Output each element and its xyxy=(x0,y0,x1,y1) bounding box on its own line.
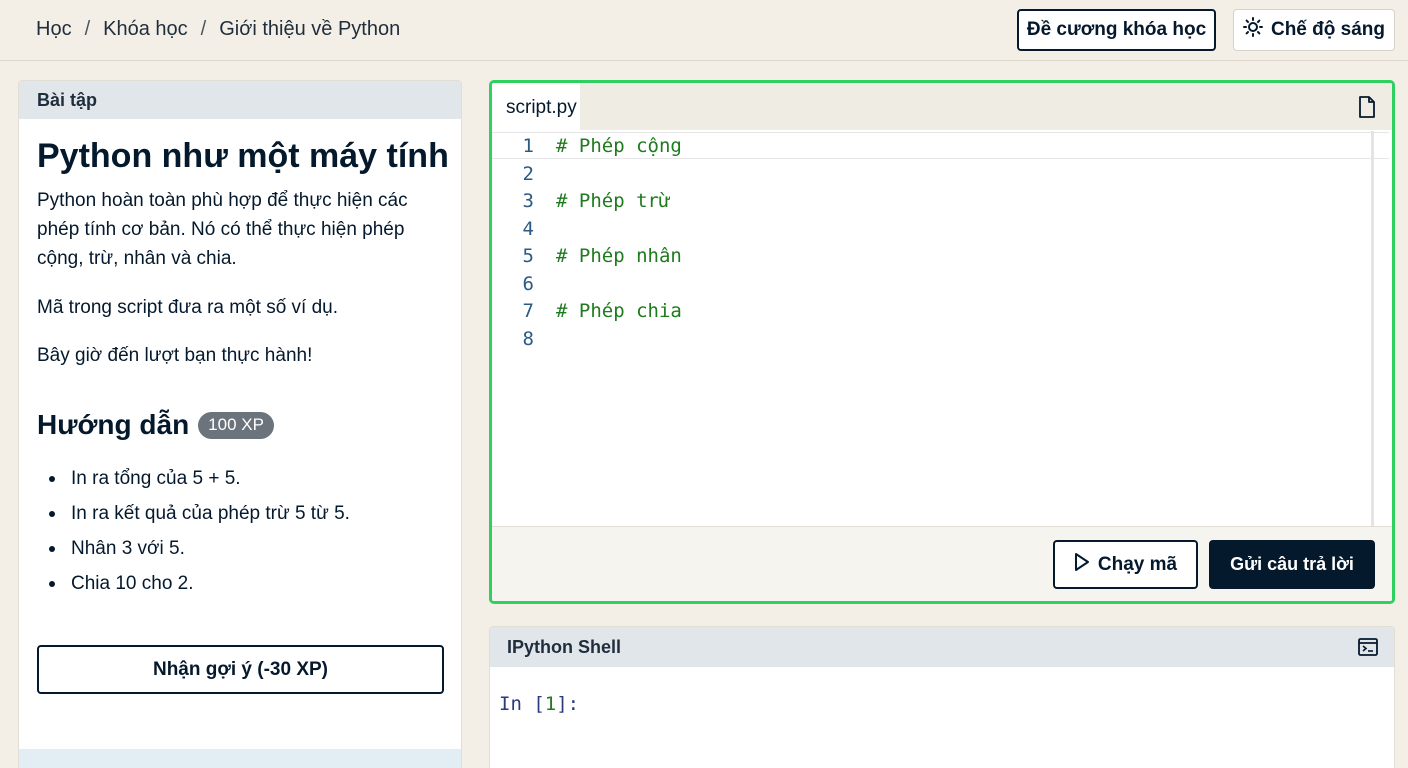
tab-label: script.py xyxy=(506,96,577,118)
line-number: 4 xyxy=(522,217,534,240)
editor-tab-bar: script.py xyxy=(492,83,1392,132)
ipython-shell: IPython Shell In [1]: xyxy=(489,626,1395,768)
breadcrumb-separator: / xyxy=(200,18,207,40)
code-text: # Phép chia xyxy=(556,299,682,322)
code-line[interactable]: 5 # Phép nhân xyxy=(492,242,1392,269)
instruction-item: In ra kết quả của phép trừ 5 từ 5. xyxy=(37,496,350,531)
line-number: 7 xyxy=(522,299,534,322)
code-line[interactable]: 3 # Phép trừ xyxy=(492,187,1392,214)
instruction-text: Nhân 3 với 5. xyxy=(71,537,185,559)
tab-script-py[interactable]: script.py xyxy=(492,83,580,132)
breadcrumb-current-course[interactable]: Giới thiệu về Python xyxy=(219,18,400,41)
line-number: 5 xyxy=(522,244,534,267)
panel-footer xyxy=(19,749,461,768)
code-editor: script.py 1 # Phép cộng 2 3 # Phép trừ 4… xyxy=(489,80,1395,604)
editor-scrollbar[interactable] xyxy=(1371,131,1374,527)
submit-answer-button[interactable]: Gửi câu trả lời xyxy=(1209,540,1375,589)
code-text: # Phép nhân xyxy=(556,244,682,267)
instruction-text: In ra tổng của 5 + 5. xyxy=(71,467,241,489)
course-outline-button[interactable]: Đề cương khóa học xyxy=(1017,9,1216,51)
line-number: 3 xyxy=(522,189,534,212)
code-line[interactable]: 7 # Phép chia xyxy=(492,297,1392,324)
bullet-icon xyxy=(49,475,55,482)
instructions-title: Hướng dẫn xyxy=(37,409,190,440)
shell-prompt-number: 1 xyxy=(544,693,557,715)
exercise-panel-header: Bài tập xyxy=(19,81,461,119)
submit-answer-label: Gửi câu trả lời xyxy=(1230,554,1354,574)
shell-prompt-suffix: ]: xyxy=(556,693,580,715)
code-line[interactable]: 8 xyxy=(492,325,1392,352)
course-outline-label: Đề cương khóa học xyxy=(1026,19,1207,40)
editor-footer: Chạy mã Gửi câu trả lời xyxy=(492,526,1392,601)
instruction-text: In ra kết quả của phép trừ 5 từ 5. xyxy=(71,502,350,524)
theme-toggle-label: Chế độ sáng xyxy=(1270,19,1385,40)
get-hint-button[interactable]: Nhận gợi ý (-30 XP) xyxy=(37,645,444,694)
bullet-icon xyxy=(49,545,55,552)
exercise-description: Mã trong script đưa ra một số ví dụ. xyxy=(37,297,339,318)
code-line[interactable]: 6 xyxy=(492,270,1392,297)
code-line[interactable]: 4 xyxy=(492,215,1392,242)
line-number: 6 xyxy=(522,272,534,295)
instruction-item: Chia 10 cho 2. xyxy=(37,566,350,601)
play-icon xyxy=(1074,552,1090,578)
instruction-item: In ra tổng của 5 + 5. xyxy=(37,461,350,496)
terminal-icon[interactable] xyxy=(1358,638,1378,661)
line-number: 8 xyxy=(522,327,534,350)
top-bar: Học / Khóa học / Giới thiệu về Python Đề… xyxy=(0,0,1408,61)
get-hint-label: Nhận gợi ý (-30 XP) xyxy=(152,658,329,680)
exercise-description: Bây giờ đến lượt bạn thực hành! xyxy=(37,345,313,366)
bullet-icon xyxy=(49,580,55,587)
exercise-title: Python như một máy tính xyxy=(37,137,449,175)
code-text: # Phép cộng xyxy=(556,134,682,157)
breadcrumb-home[interactable]: Học xyxy=(36,18,72,41)
code-input-area[interactable]: 1 # Phép cộng 2 3 # Phép trừ 4 5 # Phép … xyxy=(492,130,1392,526)
instruction-item: Nhân 3 với 5. xyxy=(37,531,350,566)
shell-header: IPython Shell xyxy=(490,627,1394,667)
file-icon[interactable] xyxy=(1358,96,1376,123)
line-number: 1 xyxy=(522,134,534,157)
instruction-text: Chia 10 cho 2. xyxy=(71,572,194,594)
shell-prompt[interactable]: In [1]: xyxy=(499,693,579,715)
shell-title: IPython Shell xyxy=(507,636,622,657)
bullet-icon xyxy=(49,510,55,517)
xp-badge: 100 XP xyxy=(198,411,274,439)
breadcrumb-separator: / xyxy=(84,18,91,40)
instructions-header: Hướng dẫn 100 XP xyxy=(37,409,274,441)
code-line[interactable]: 2 xyxy=(492,160,1392,187)
instructions-list: In ra tổng của 5 + 5. In ra kết quả của … xyxy=(37,461,350,601)
code-line[interactable]: 1 # Phép cộng xyxy=(492,132,1389,159)
run-code-button[interactable]: Chạy mã xyxy=(1053,540,1198,589)
exercise-panel: Bài tập Python như một máy tính Python h… xyxy=(18,80,462,768)
theme-toggle-button[interactable]: Chế độ sáng xyxy=(1233,9,1395,51)
breadcrumb-courses[interactable]: Khóa học xyxy=(103,18,188,41)
code-text: # Phép trừ xyxy=(556,189,671,212)
shell-prompt-prefix: In [ xyxy=(499,693,545,715)
exercise-panel-title: Bài tập xyxy=(37,89,98,110)
sun-icon xyxy=(1242,17,1263,43)
breadcrumb: Học / Khóa học / Giới thiệu về Python xyxy=(36,18,400,41)
run-code-label: Chạy mã xyxy=(1097,553,1178,575)
line-number: 2 xyxy=(522,162,534,185)
exercise-description: Python hoàn toàn phù hợp để thực hiện cá… xyxy=(37,190,408,269)
